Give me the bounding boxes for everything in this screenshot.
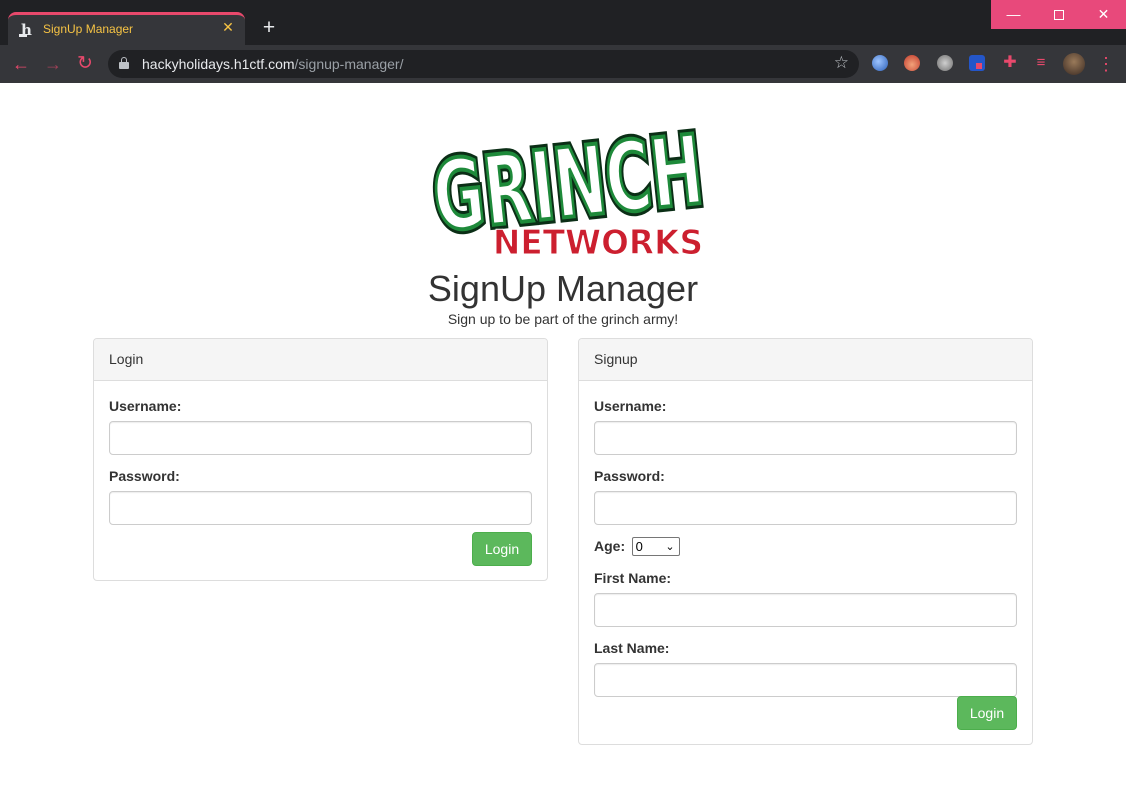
login-password-input[interactable]: [109, 491, 532, 525]
signup-username-label: Username:: [594, 398, 667, 414]
maximize-icon[interactable]: [1036, 0, 1081, 29]
signup-username-input[interactable]: [594, 421, 1017, 455]
signup-form: Username: Password: Age: 0 ⌄ First Name: …: [579, 381, 1032, 730]
lock-icon[interactable]: [119, 57, 129, 69]
url-path: /signup-manager/: [294, 56, 404, 72]
login-panel: Login Username: Password: Login: [93, 338, 548, 581]
address-bar[interactable]: hackyholidays.h1ctf.com/signup-manager/ …: [108, 50, 859, 78]
forward-arrow-icon[interactable]: →: [42, 53, 64, 75]
extension-santa-icon[interactable]: [904, 55, 920, 71]
signup-password-input[interactable]: [594, 491, 1017, 525]
profile-avatar[interactable]: [1063, 53, 1085, 75]
media-playlist-icon[interactable]: ≡: [1032, 55, 1050, 71]
signup-panel-heading: Signup: [579, 339, 1032, 381]
signup-panel: Signup Username: Password: Age: 0 ⌄ First…: [578, 338, 1033, 745]
signup-submit-button[interactable]: Login: [957, 696, 1017, 730]
bookmark-star-icon[interactable]: ☆: [834, 53, 849, 73]
page-title: SignUp Manager: [427, 268, 699, 309]
extension-shield-icon[interactable]: [969, 55, 985, 71]
age-select-value: 0: [635, 538, 643, 554]
signup-firstname-label: First Name:: [594, 570, 672, 586]
logo-text-bottom: NETWORKS: [493, 223, 703, 259]
more-vertical-icon[interactable]: ⋮: [1097, 53, 1115, 75]
age-select[interactable]: 0 ⌄: [631, 536, 680, 556]
signup-lastname-label: Last Name:: [594, 640, 670, 656]
login-username-input[interactable]: [109, 421, 532, 455]
hackerone-favicon-icon: h: [19, 22, 35, 38]
browser-tab[interactable]: h SignUp Manager ✕: [8, 12, 245, 45]
page-content: GRINCH GRINCH NETWORKS SignUp Manager Si…: [0, 83, 1126, 804]
reload-icon[interactable]: ↻: [74, 53, 96, 75]
url-text[interactable]: hackyholidays.h1ctf.com/signup-manager/: [142, 56, 403, 72]
age-row: Age: 0 ⌄: [594, 536, 1017, 558]
tab-strip: h SignUp Manager ✕ + — ✕: [0, 0, 1126, 45]
login-password-label: Password:: [109, 468, 180, 484]
login-panel-heading: Login: [94, 339, 547, 381]
page-subtitle: Sign up to be part of the grinch army!: [447, 311, 679, 327]
window-close-icon[interactable]: ✕: [1081, 0, 1126, 29]
extensions-puzzle-icon[interactable]: ✚: [1001, 55, 1019, 71]
extension-gear-icon[interactable]: [937, 55, 953, 71]
signup-age-label: Age:: [594, 538, 626, 554]
new-tab-icon[interactable]: +: [258, 17, 280, 40]
tab-close-icon[interactable]: ✕: [220, 19, 236, 35]
signup-firstname-input[interactable]: [594, 593, 1017, 627]
minimize-icon[interactable]: —: [991, 0, 1036, 29]
extension-globe-icon[interactable]: [872, 55, 888, 71]
browser-toolbar: ← → ↻ hackyholidays.h1ctf.com/signup-man…: [0, 45, 1126, 83]
back-arrow-icon[interactable]: ←: [10, 53, 32, 75]
grinch-networks-logo: GRINCH GRINCH NETWORKS: [421, 115, 709, 259]
login-button[interactable]: Login: [472, 532, 532, 566]
url-domain: hackyholidays.h1ctf.com: [142, 56, 295, 72]
login-form: Username: Password: Login: [94, 381, 547, 566]
signup-password-label: Password:: [594, 468, 665, 484]
tab-title: SignUp Manager: [43, 22, 134, 36]
signup-lastname-input[interactable]: [594, 663, 1017, 697]
chevron-down-icon: ⌄: [665, 540, 675, 553]
login-username-label: Username:: [109, 398, 182, 414]
